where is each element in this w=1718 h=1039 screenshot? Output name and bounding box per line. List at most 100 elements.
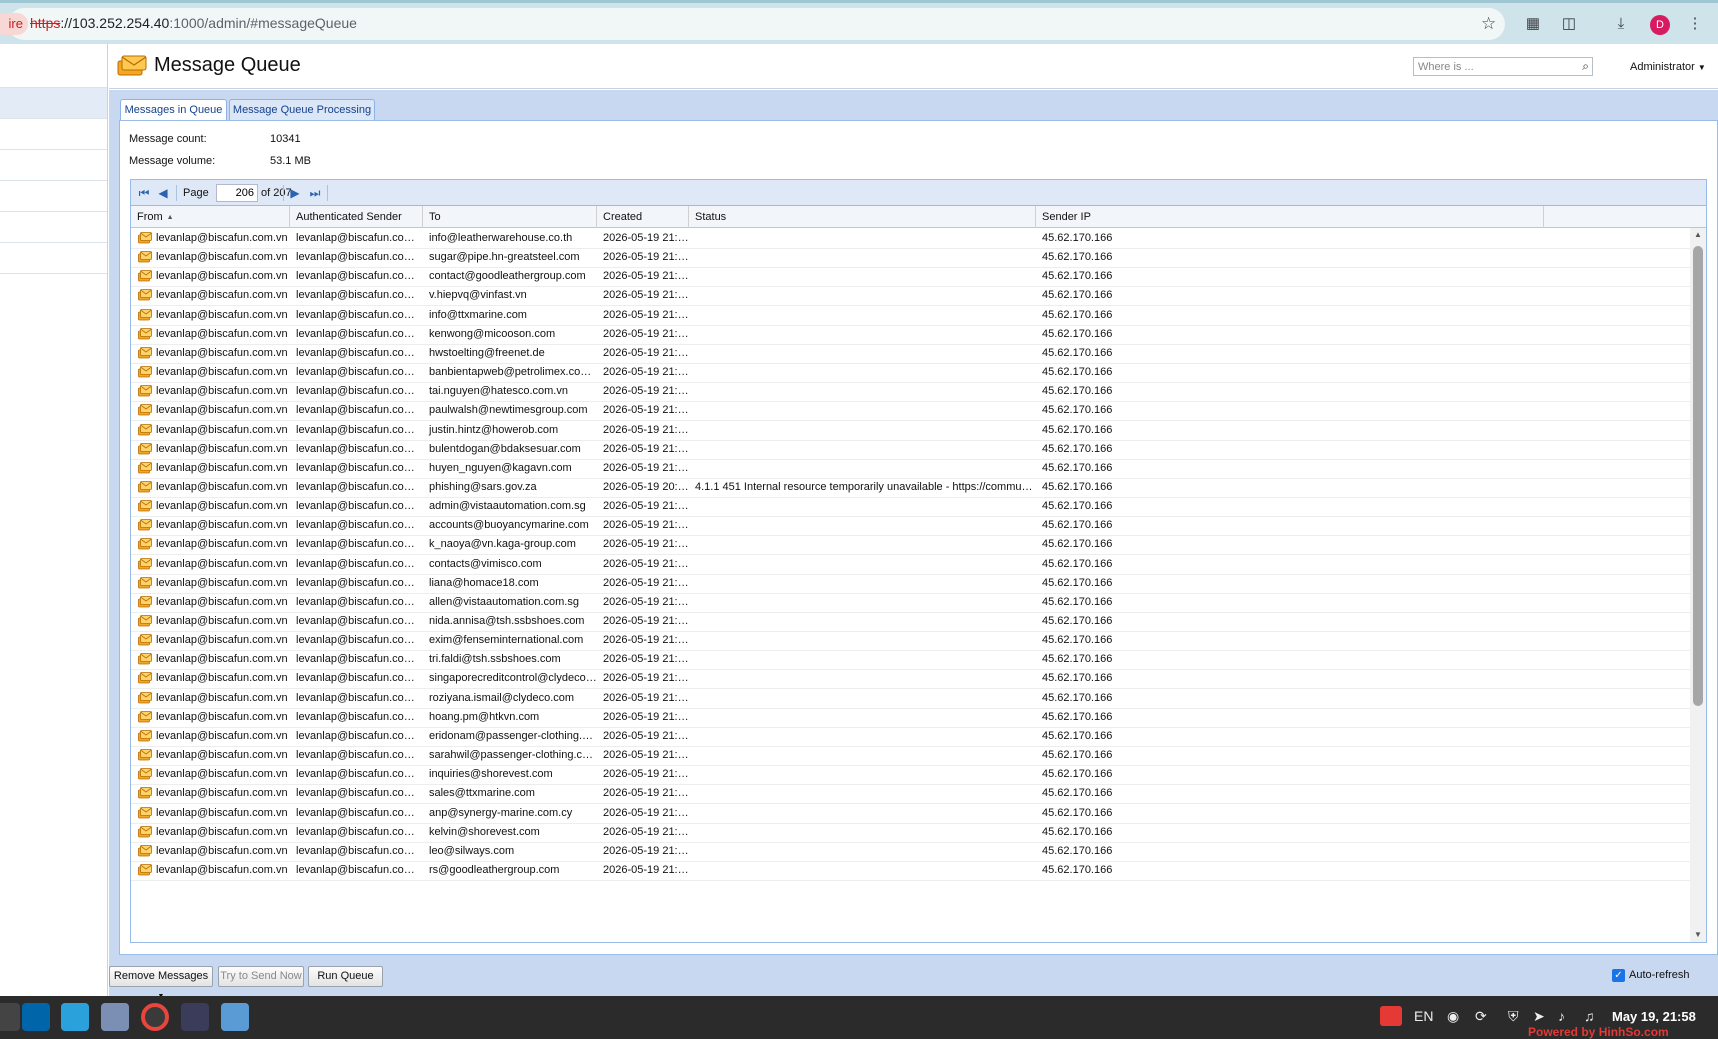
vscode-icon[interactable] xyxy=(22,1003,50,1031)
taskbar-app[interactable] xyxy=(0,1003,20,1031)
table-row[interactable]: levanlap@biscafun.com.vn levanlap@biscafu… xyxy=(131,477,1690,498)
bookmark-star-icon[interactable]: ☆ xyxy=(1481,14,1496,34)
table-row[interactable]: levanlap@biscafun.com.vn levanlap@biscafu… xyxy=(131,458,1690,479)
table-row[interactable]: levanlap@biscafun.com.vn levanlap@biscafu… xyxy=(131,783,1690,805)
auto-refresh-toggle[interactable]: ✓ Auto-refresh xyxy=(1612,969,1690,982)
nav-item[interactable] xyxy=(0,243,107,274)
download-icon[interactable]: ⤓ xyxy=(1612,15,1630,33)
music-icon[interactable]: ♫ xyxy=(1584,1008,1595,1024)
table-row[interactable]: levanlap@biscafun.com.vn levanlap@biscafu… xyxy=(131,592,1690,613)
last-page-icon[interactable]: ⏭ xyxy=(307,185,323,201)
table-row[interactable]: levanlap@biscafun.com.vn levanlap@biscafu… xyxy=(131,420,1690,441)
tab-message-queue-processing[interactable]: Message Queue Processing xyxy=(229,99,375,120)
table-row[interactable]: levanlap@biscafun.com.vn levanlap@biscafu… xyxy=(131,515,1690,537)
remove-messages-label: Remove Messages xyxy=(113,970,209,982)
table-row[interactable]: levanlap@biscafun.com.vn levanlap@biscafu… xyxy=(131,573,1690,594)
nav-item[interactable] xyxy=(0,181,107,212)
scroll-down-icon[interactable]: ▼ xyxy=(1690,928,1706,942)
next-page-icon[interactable]: ▶ xyxy=(287,185,303,201)
telegram-icon[interactable] xyxy=(61,1003,89,1031)
security-chip[interactable]: ire xyxy=(0,13,28,35)
table-row[interactable]: levanlap@biscafun.com.vn levanlap@biscafu… xyxy=(131,266,1690,288)
table-row[interactable]: levanlap@biscafun.com.vn levanlap@biscafu… xyxy=(131,439,1690,460)
url-text[interactable]: https://103.252.254.40:1000/admin/#messa… xyxy=(30,15,357,31)
table-row[interactable]: levanlap@biscafun.com.vn levanlap@biscafu… xyxy=(131,688,1690,709)
table-row[interactable]: levanlap@biscafun.com.vn levanlap@biscafu… xyxy=(131,534,1690,556)
cell-from: levanlap@biscafun.com.vn xyxy=(156,787,288,800)
column-header-from[interactable]: From ▲ xyxy=(131,206,290,228)
chrome-icon[interactable] xyxy=(141,1003,169,1031)
nav-item-active[interactable] xyxy=(0,88,107,119)
shield-icon[interactable]: ⛨ xyxy=(1508,1008,1519,1025)
table-row[interactable]: levanlap@biscafun.com.vn levanlap@biscafu… xyxy=(131,228,1690,249)
table-row[interactable]: levanlap@biscafun.com.vn levanlap@biscafu… xyxy=(131,400,1690,422)
scrollbar-thumb[interactable] xyxy=(1693,246,1703,706)
app-icon[interactable] xyxy=(181,1003,209,1031)
table-row[interactable]: levanlap@biscafun.com.vn levanlap@biscafu… xyxy=(131,305,1690,326)
search-box[interactable]: ⌕ xyxy=(1413,57,1593,76)
user-menu[interactable]: Administrator ▼ xyxy=(1630,61,1706,73)
table-row[interactable]: levanlap@biscafun.com.vn levanlap@biscafu… xyxy=(131,247,1690,269)
extensions-icon[interactable]: ◫ xyxy=(1560,15,1578,33)
profile-avatar[interactable]: D xyxy=(1650,15,1670,35)
table-row[interactable]: levanlap@biscafun.com.vn levanlap@biscafu… xyxy=(131,668,1690,690)
cell-created: 2026-05-19 21:56 xyxy=(603,538,689,551)
table-row[interactable]: levanlap@biscafun.com.vn levanlap@biscafu… xyxy=(131,726,1690,747)
table-row[interactable]: levanlap@biscafun.com.vn levanlap@biscafu… xyxy=(131,745,1690,767)
column-header-authenticated-sender[interactable]: Authenticated Sender xyxy=(290,206,423,228)
column-header-status[interactable]: Status xyxy=(689,206,1036,228)
nav-item[interactable] xyxy=(0,150,107,181)
message-envelope-icon xyxy=(138,825,152,838)
table-row[interactable]: levanlap@biscafun.com.vn levanlap@biscafu… xyxy=(131,381,1690,403)
tray-sync-icon[interactable]: ⟳ xyxy=(1475,1008,1487,1025)
scroll-up-icon[interactable]: ▲ xyxy=(1690,228,1706,242)
table-row[interactable]: levanlap@biscafun.com.vn levanlap@biscafu… xyxy=(131,611,1690,632)
page-number-input[interactable] xyxy=(216,184,258,202)
run-queue-button[interactable]: Run Queue xyxy=(308,966,383,987)
tray-app-icon[interactable]: ◉ xyxy=(1447,1008,1459,1025)
table-row[interactable]: levanlap@biscafun.com.vn levanlap@biscafu… xyxy=(131,841,1690,862)
remove-messages-button[interactable]: Remove Messages ▼ xyxy=(109,966,213,1000)
try-to-send-now-button[interactable]: Try to Send Now xyxy=(218,966,304,987)
nav-item[interactable] xyxy=(0,119,107,150)
rss-icon[interactable] xyxy=(221,1003,249,1031)
tab-messages-in-queue[interactable]: Messages in Queue xyxy=(120,99,227,121)
table-row[interactable]: levanlap@biscafun.com.vn levanlap@biscafu… xyxy=(131,707,1690,728)
prev-page-icon[interactable]: ◀ xyxy=(155,185,171,201)
table-row[interactable]: levanlap@biscafun.com.vn levanlap@biscafu… xyxy=(131,822,1690,843)
table-row[interactable]: levanlap@biscafun.com.vn levanlap@biscafu… xyxy=(131,860,1690,881)
notification-bell-icon[interactable]: ♪ xyxy=(1558,1008,1565,1024)
language-indicator[interactable]: EN xyxy=(1414,1008,1433,1024)
column-header-sender-ip[interactable]: Sender IP xyxy=(1036,206,1544,228)
table-row[interactable]: levanlap@biscafun.com.vn levanlap@biscafu… xyxy=(131,649,1690,671)
nav-item[interactable] xyxy=(0,44,107,88)
checkbox-checked-icon[interactable]: ✓ xyxy=(1612,969,1625,982)
search-icon[interactable]: ⌕ xyxy=(1582,59,1589,74)
telegram-tray-icon[interactable]: ➤ xyxy=(1533,1008,1545,1025)
message-envelope-icon xyxy=(138,251,152,263)
nav-item[interactable] xyxy=(0,212,107,243)
column-header-created[interactable]: Created xyxy=(597,206,689,228)
cell-sender-ip: 45.62.170.166 xyxy=(1042,385,1113,398)
qr-code-icon[interactable]: ▦ xyxy=(1524,15,1542,33)
table-row[interactable]: levanlap@biscafun.com.vn levanlap@biscafu… xyxy=(131,496,1690,518)
kebab-menu-icon[interactable]: ⋮ xyxy=(1686,15,1704,33)
table-row[interactable]: levanlap@biscafun.com.vn levanlap@biscafu… xyxy=(131,764,1690,786)
search-input[interactable] xyxy=(1414,58,1564,75)
mail-icon[interactable] xyxy=(101,1003,129,1031)
clock[interactable]: May 19, 21:58 xyxy=(1612,1009,1696,1024)
table-row[interactable]: levanlap@biscafun.com.vn levanlap@biscafu… xyxy=(131,324,1690,345)
table-row[interactable]: levanlap@biscafun.com.vn levanlap@biscafu… xyxy=(131,630,1690,652)
table-row[interactable]: levanlap@biscafun.com.vn levanlap@biscafu… xyxy=(131,362,1690,384)
table-row[interactable]: levanlap@biscafun.com.vn levanlap@biscafu… xyxy=(131,803,1690,824)
first-page-icon[interactable]: ⏮ xyxy=(136,185,152,201)
anydesk-tray-icon[interactable] xyxy=(1380,1006,1402,1026)
table-row[interactable]: levanlap@biscafun.com.vn levanlap@biscafu… xyxy=(131,343,1690,364)
column-header-to[interactable]: To xyxy=(423,206,597,228)
vertical-scrollbar[interactable]: ▲ ▼ xyxy=(1690,228,1706,942)
table-row[interactable]: levanlap@biscafun.com.vn levanlap@biscafu… xyxy=(131,285,1690,307)
cell-status xyxy=(689,534,1036,554)
table-row[interactable]: levanlap@biscafun.com.vn levanlap@biscafu… xyxy=(131,554,1690,575)
address-bar[interactable]: ire https://103.252.254.40:1000/admin/#m… xyxy=(0,8,1505,40)
cell-authenticated-sender: levanlap@biscafun.com.vn xyxy=(296,251,423,264)
